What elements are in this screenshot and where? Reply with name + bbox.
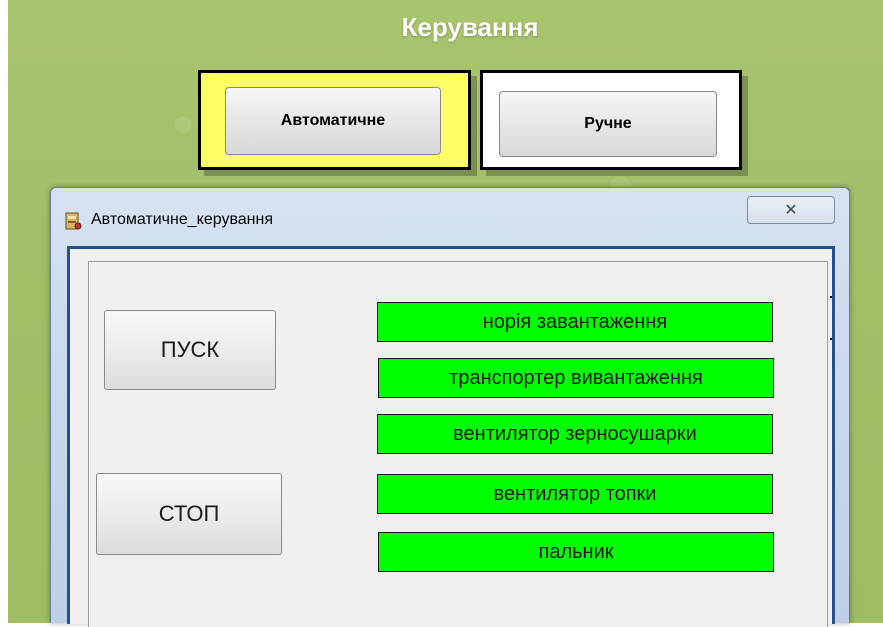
start-button[interactable]: ПУСК [104, 310, 276, 390]
close-icon: ✕ [784, 202, 798, 219]
indicator-unloading-conveyor: транспортер вивантаження [378, 358, 774, 398]
window-titlebar[interactable]: Автоматичне_керування ✕ [51, 188, 849, 244]
window-title: Автоматичне_керування [91, 211, 273, 228]
mode-manual-frame: Ручне [480, 70, 742, 170]
indicator-loading-elevator: норія завантаження [377, 302, 773, 342]
close-button[interactable]: ✕ [747, 196, 835, 224]
indicator-furnace-fan: вентилятор топки [377, 474, 773, 514]
mode-auto-frame: Автоматичне [198, 70, 471, 170]
auto-mode-button[interactable]: Автоматичне [225, 87, 441, 155]
page-title: Керування [401, 12, 539, 42]
indicator-dryer-fan: вентилятор зерносушарки [377, 414, 773, 454]
dot-marker [830, 338, 832, 340]
indicator-burner: пальник [378, 532, 774, 572]
manual-mode-button[interactable]: Ручне [499, 91, 717, 157]
stop-button[interactable]: СТОП [96, 473, 282, 555]
dot-marker [830, 296, 832, 298]
app-icon [65, 212, 82, 230]
